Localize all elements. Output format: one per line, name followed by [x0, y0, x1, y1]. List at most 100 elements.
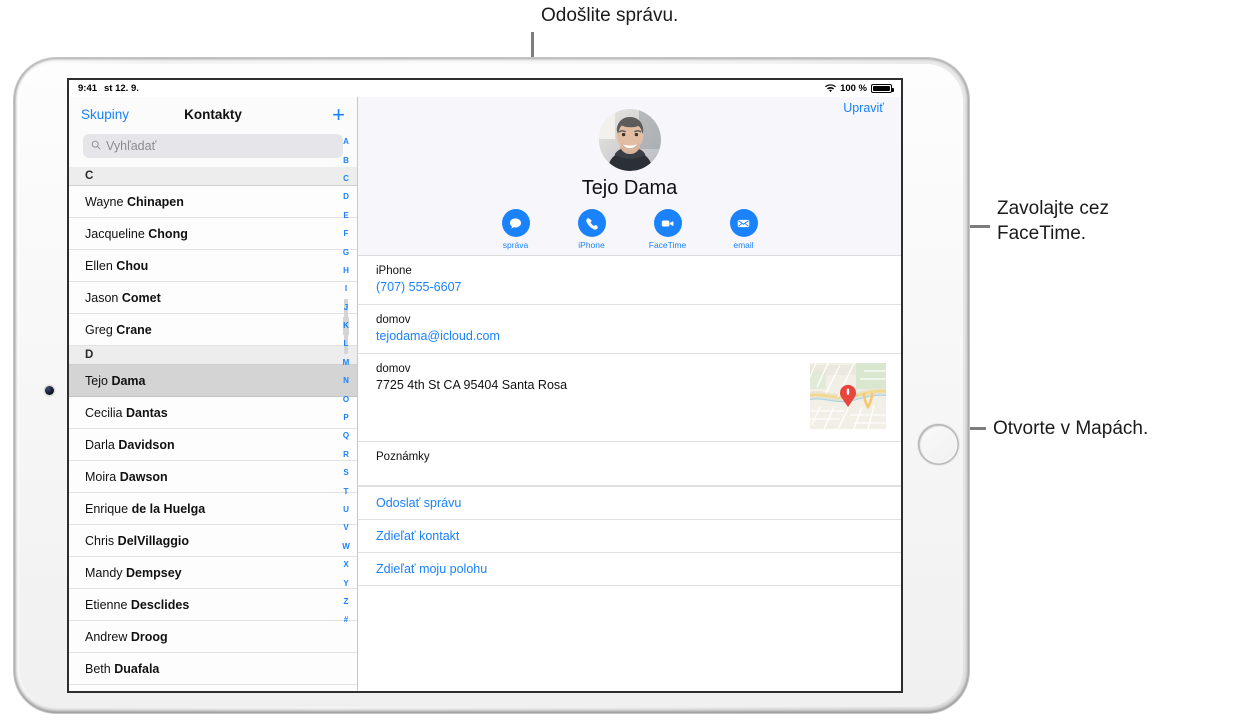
contact-field: Poznámky — [358, 442, 901, 486]
contact-row[interactable]: Moira Dawson — [69, 461, 357, 493]
action-button-label: iPhone — [578, 240, 605, 250]
map-thumbnail[interactable] — [810, 363, 886, 429]
alphabet-index[interactable]: A B C D E F G H I J K L M N O P Q R S T U V W X Y Z # — [338, 133, 354, 630]
contact-last-name: DelVillaggio — [117, 533, 189, 548]
contact-row[interactable]: Jacqueline Chong — [69, 218, 357, 250]
action-button-správa[interactable]: správa — [490, 209, 542, 250]
contact-row[interactable]: Darla Davidson — [69, 429, 357, 461]
field-value[interactable]: tejodama@icloud.com — [376, 328, 901, 345]
callout-facetime: Zavolajte cez FaceTime. — [997, 198, 1109, 244]
contact-first-name: Jacqueline — [85, 226, 145, 241]
field-value[interactable]: (707) 555-6607 — [376, 279, 901, 296]
callout-open-maps: Otvorte v Mapách. — [993, 418, 1149, 439]
battery-full-icon — [871, 84, 894, 93]
contact-name: Tejo Dama — [581, 177, 678, 199]
index-letter-B[interactable]: B — [343, 151, 349, 169]
index-letter-O[interactable]: O — [343, 390, 349, 408]
contact-last-name: Comet — [121, 290, 161, 305]
action-button-label: správa — [502, 240, 529, 250]
contact-row[interactable]: Greg Crane — [69, 314, 357, 346]
action-button-facetime[interactable]: FaceTime — [642, 209, 694, 250]
contact-row[interactable]: Mandy Dempsey — [69, 557, 357, 589]
ipad-screen: 9:41 st 12. 9. 100 % Skupiny Kontakty + — [67, 78, 903, 693]
contact-last-name: Chou — [116, 258, 149, 273]
callout-send-message: Odošlite správu. — [541, 5, 679, 26]
contact-field[interactable]: domov tejodama@icloud.com — [358, 305, 901, 354]
index-letter-G[interactable]: G — [343, 243, 349, 261]
contact-action-link[interactable]: Odoslať správu — [358, 486, 901, 520]
contact-row[interactable]: Jason Comet — [69, 282, 357, 314]
action-button-email[interactable]: email — [718, 209, 770, 250]
index-letter-S[interactable]: S — [343, 464, 348, 482]
index-letter-X[interactable]: X — [343, 556, 348, 574]
contact-row[interactable]: Wayne Chinapen — [69, 186, 357, 218]
contact-row[interactable]: Cecilia Dantas — [69, 397, 357, 429]
index-letter-Y[interactable]: Y — [343, 574, 348, 592]
status-bar: 9:41 st 12. 9. 100 % — [69, 80, 901, 97]
action-button-label: email — [733, 240, 754, 250]
contact-row[interactable]: Etienne Desclides — [69, 589, 357, 621]
home-button[interactable] — [918, 424, 959, 465]
contact-list[interactable]: C Wayne Chinapen Jacqueline Chong Ellen Chou Ja… — [69, 167, 357, 685]
contact-row[interactable]: Enrique de la Huelga — [69, 493, 357, 525]
index-letter-E[interactable]: E — [343, 207, 348, 225]
wifi-icon — [825, 84, 837, 93]
contact-field[interactable]: iPhone (707) 555-6607 — [358, 256, 901, 305]
index-letter-I[interactable]: I — [345, 280, 347, 298]
contact-row[interactable]: Beth Duafala — [69, 653, 357, 685]
contact-row[interactable]: Chris DelVillaggio — [69, 525, 357, 557]
contact-row[interactable]: Andrew Droog — [69, 621, 357, 653]
index-letter-N[interactable]: N — [343, 372, 349, 390]
index-letter-M[interactable]: M — [343, 354, 350, 372]
contact-first-name: Etienne — [85, 597, 128, 612]
contact-first-name: Tejo — [85, 373, 108, 388]
index-letter-R[interactable]: R — [343, 446, 349, 464]
contact-last-name: Chong — [148, 226, 188, 241]
status-date: st 12. 9. — [104, 83, 139, 94]
index-letter-V[interactable]: V — [343, 519, 348, 537]
index-letter-D[interactable]: D — [343, 188, 349, 206]
index-letter-H[interactable]: H — [343, 262, 349, 280]
index-letter-W[interactable]: W — [342, 538, 350, 556]
contact-first-name: Greg — [85, 322, 113, 337]
contact-detail-pane: Upraviť Tejo Dama správa iPhone FaceTime… — [358, 97, 901, 691]
index-letter-F[interactable]: F — [344, 225, 349, 243]
plus-icon[interactable]: + — [332, 103, 345, 126]
search-input[interactable]: Vyhľadať — [83, 134, 343, 158]
index-letter-T[interactable]: T — [344, 482, 349, 500]
index-letter-Q[interactable]: Q — [343, 427, 349, 445]
section-header-D: D — [69, 346, 357, 365]
index-letter-C[interactable]: C — [343, 170, 349, 188]
contact-first-name: Moira — [85, 469, 117, 484]
action-button-iphone[interactable]: iPhone — [566, 209, 618, 250]
groups-button[interactable]: Skupiny — [81, 107, 129, 122]
contact-action-link[interactable]: Zdieľať moju polohu — [358, 553, 901, 586]
index-letter-K[interactable]: K — [343, 316, 349, 336]
contact-first-name: Beth — [85, 661, 111, 676]
index-letter-U[interactable]: U — [343, 501, 349, 519]
index-letter-J[interactable]: J — [343, 298, 349, 317]
contact-first-name: Wayne — [85, 194, 124, 209]
index-letter-Z[interactable]: Z — [344, 593, 349, 611]
contact-first-name: Andrew — [85, 629, 128, 644]
video-camera-icon — [653, 209, 682, 237]
contact-action-link[interactable]: Zdieľať kontakt — [358, 520, 901, 553]
field-label: iPhone — [376, 265, 412, 277]
search-container: Vyhľadať — [69, 132, 357, 167]
envelope-icon — [729, 209, 758, 237]
contact-row[interactable]: Tejo Dama — [69, 365, 357, 397]
contact-header: Upraviť Tejo Dama správa iPhone FaceTime… — [358, 97, 901, 256]
index-letter-A[interactable]: A — [343, 133, 349, 151]
contact-last-name: Dempsey — [126, 565, 182, 580]
index-letter-L[interactable]: L — [343, 335, 349, 354]
contact-row[interactable]: Ellen Chou — [69, 250, 357, 282]
edit-button[interactable]: Upraviť — [843, 101, 884, 115]
contact-first-name: Mandy — [85, 565, 123, 580]
contact-last-name: de la Huelga — [131, 501, 206, 516]
index-letter-#[interactable]: # — [344, 611, 348, 629]
avatar[interactable] — [598, 109, 661, 171]
index-letter-P[interactable]: P — [343, 409, 348, 427]
contact-first-name: Chris — [85, 533, 115, 548]
search-icon — [91, 137, 101, 155]
search-placeholder: Vyhľadať — [106, 139, 157, 153]
